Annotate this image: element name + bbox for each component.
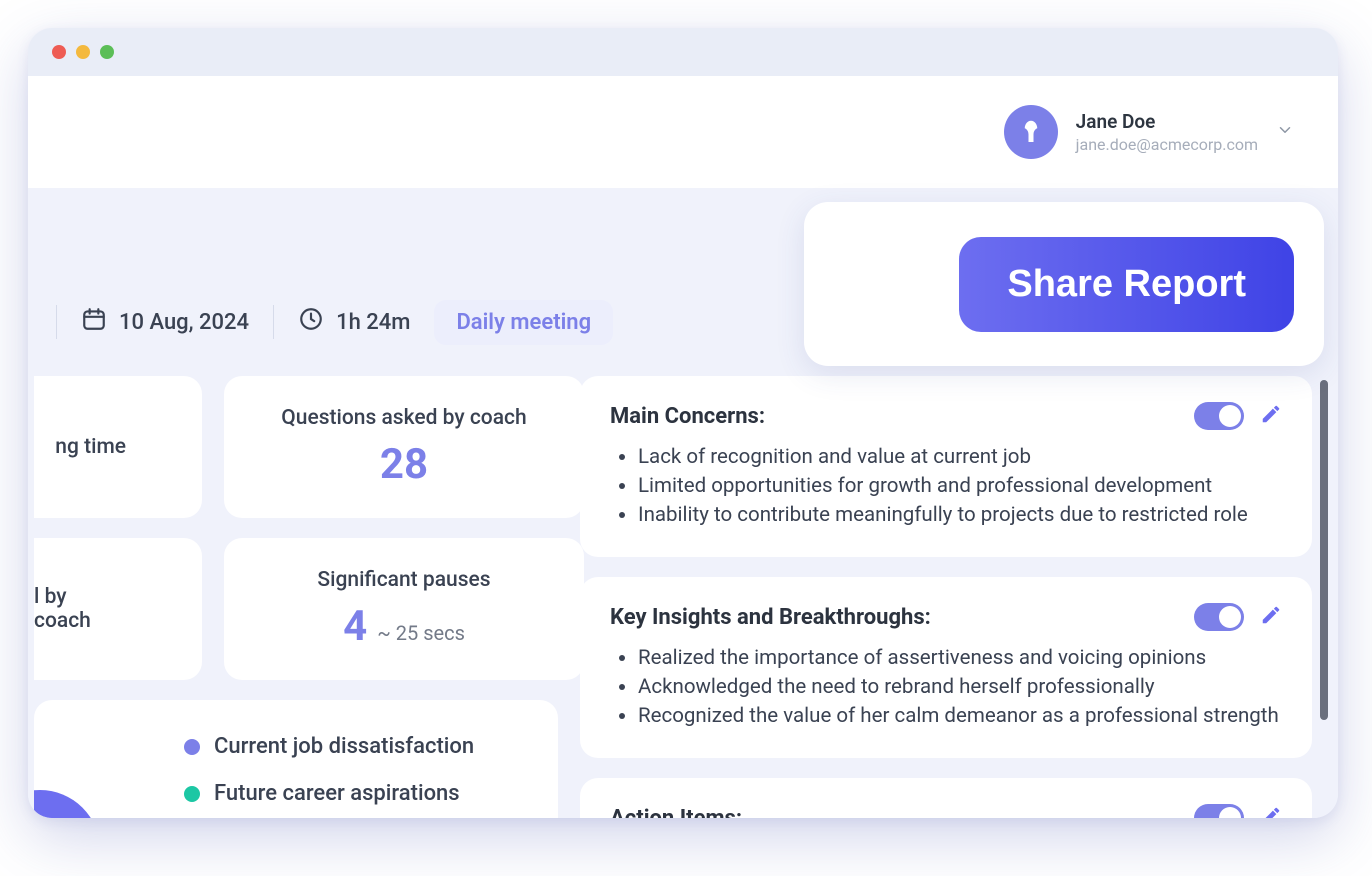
stat-card-questions: Questions asked by coach 28 — [224, 376, 584, 518]
report-sections: Main Concerns: Lack of recognition and va… — [580, 376, 1312, 818]
session-meta-bar: 10 Aug, 2024 1h 24m Daily meeting — [28, 294, 613, 350]
section-bullet: Lack of recognition and value at current… — [638, 444, 1282, 471]
section-actions — [1194, 402, 1282, 430]
legend-item: Current job dissatisfaction — [184, 734, 558, 759]
report-section: Main Concerns: Lack of recognition and va… — [580, 376, 1312, 557]
section-bullet: Limited opportunities for growth and pro… — [638, 473, 1282, 500]
window-close-icon[interactable] — [52, 45, 66, 59]
session-duration: 1h 24m — [298, 306, 410, 338]
report-section: Key Insights and Breakthroughs: Realized … — [580, 577, 1312, 758]
stat-label: l by coach — [34, 585, 182, 633]
legend-dot-icon — [184, 786, 200, 802]
section-header: Key Insights and Breakthroughs: — [610, 603, 1282, 631]
legend-dot-icon — [184, 739, 200, 755]
section-header: Action Items: — [610, 804, 1282, 818]
section-bullet: Acknowledged the need to rebrand herself… — [638, 674, 1282, 701]
calendar-icon — [81, 306, 107, 338]
stats-row-2: l by coach Significant pauses 4 ~ 25 sec… — [28, 538, 584, 680]
app-window: Jane Doe jane.doe@acmecorp.com Share Rep… — [28, 28, 1338, 818]
user-name: Jane Doe — [1076, 110, 1258, 133]
legend-label: Future career aspirations — [214, 781, 460, 806]
chart-blob — [34, 790, 100, 818]
section-bullet: Inability to contribute meaningfully to … — [638, 502, 1282, 529]
share-report-button[interactable]: Share Report — [959, 237, 1294, 332]
section-toggle[interactable] — [1194, 402, 1244, 430]
chevron-down-icon[interactable] — [1276, 121, 1294, 143]
divider — [273, 305, 274, 339]
session-date-value: 10 Aug, 2024 — [119, 310, 249, 335]
legend-label: Current job dissatisfaction — [214, 734, 474, 759]
section-bullet: Recognized the value of her calm demeano… — [638, 703, 1282, 730]
window-zoom-icon[interactable] — [100, 45, 114, 59]
session-date: 10 Aug, 2024 — [81, 306, 249, 338]
stat-value: 28 — [380, 440, 428, 489]
section-title: Key Insights and Breakthroughs: — [610, 605, 931, 630]
section-title: Action Items: — [610, 806, 742, 818]
stat-card-pauses: Significant pauses 4 ~ 25 secs — [224, 538, 584, 680]
topic-legend-card: Current job dissatisfaction Future career… — [34, 700, 558, 818]
user-email: jane.doe@acmecorp.com — [1076, 135, 1258, 154]
window-titlebar — [28, 28, 1338, 76]
stat-card-by-coach: l by coach — [34, 538, 202, 680]
section-header: Main Concerns: — [610, 402, 1282, 430]
user-menu[interactable]: Jane Doe jane.doe@acmecorp.com — [1004, 105, 1294, 159]
stat-label: ng time — [55, 435, 182, 459]
share-report-panel: Share Report — [804, 202, 1324, 366]
session-type-tag[interactable]: Daily meeting — [434, 300, 613, 345]
section-actions — [1194, 603, 1282, 631]
stat-subtext: ~ 25 secs — [377, 621, 465, 645]
stat-card-speaking-time: ng time — [34, 376, 202, 518]
app-header: Jane Doe jane.doe@acmecorp.com — [28, 76, 1338, 188]
section-toggle[interactable] — [1194, 603, 1244, 631]
section-actions — [1194, 804, 1282, 818]
stat-label: Questions asked by coach — [281, 406, 526, 430]
session-duration-value: 1h 24m — [336, 310, 410, 335]
window-minimize-icon[interactable] — [76, 45, 90, 59]
stat-value: 4 — [343, 602, 367, 651]
section-title: Main Concerns: — [610, 404, 765, 429]
divider — [56, 305, 57, 339]
edit-icon[interactable] — [1260, 604, 1282, 630]
stats-row-1: ng time Questions asked by coach 28 — [28, 376, 584, 518]
legend-item: Future career aspirations — [184, 781, 558, 806]
report-section: Action Items:Complete the voice assessme… — [580, 778, 1312, 818]
clock-icon — [298, 306, 324, 338]
scrollbar[interactable] — [1320, 380, 1328, 720]
section-toggle[interactable] — [1194, 804, 1244, 818]
edit-icon[interactable] — [1260, 805, 1282, 818]
avatar — [1004, 105, 1058, 159]
user-text: Jane Doe jane.doe@acmecorp.com — [1076, 110, 1258, 154]
edit-icon[interactable] — [1260, 403, 1282, 429]
section-bullets: Realized the importance of assertiveness… — [610, 645, 1282, 730]
content-area: Share Report 10 Aug, 2024 1h 24m Daily m… — [28, 188, 1338, 818]
section-bullet: Realized the importance of assertiveness… — [638, 645, 1282, 672]
stat-label: Significant pauses — [317, 568, 490, 592]
section-bullets: Lack of recognition and value at current… — [610, 444, 1282, 529]
